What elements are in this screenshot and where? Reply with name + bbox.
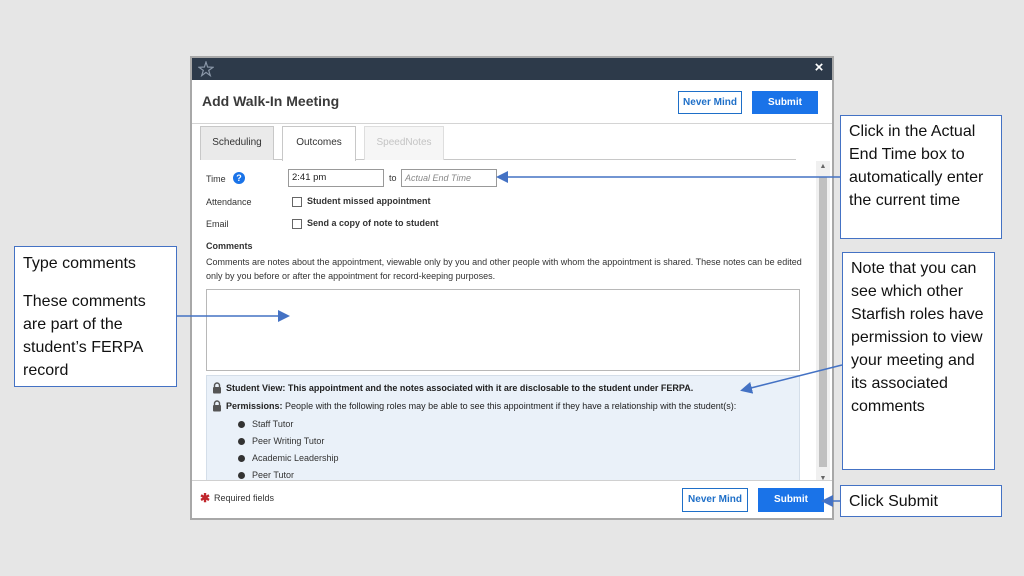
permissions-panel: Student View: This appointment and the n… — [206, 375, 800, 480]
student-missed-checkbox[interactable] — [292, 197, 302, 207]
role-item: Peer Tutor — [252, 470, 295, 480]
email-label: Email — [206, 219, 229, 229]
bullet-icon — [238, 421, 245, 428]
to-label: to — [389, 173, 397, 183]
scrollbar[interactable]: ▲ ▼ — [816, 161, 830, 484]
tab-bar: Scheduling Outcomes SpeedNotes — [200, 126, 796, 161]
role-item: Peer Writing Tutor — [252, 436, 325, 446]
bullet-icon — [238, 438, 245, 445]
end-time-callout: Click in the Actual End Time box to auto… — [840, 115, 1002, 239]
bullet-icon — [238, 455, 245, 462]
comments-description: Comments are notes about the appointment… — [206, 257, 802, 281]
time-label: Time — [206, 174, 226, 184]
help-icon[interactable]: ? — [233, 172, 245, 184]
lock-icon — [213, 400, 221, 412]
permissions-notice: Permissions: People with the following r… — [226, 401, 736, 411]
tab-speednotes: SpeedNotes — [364, 126, 444, 160]
tab-outcomes[interactable]: Outcomes — [282, 126, 356, 161]
attendance-label: Attendance — [206, 197, 252, 207]
student-view-label: Student View: — [226, 383, 286, 393]
outcomes-panel: Time ? 2:41 pm to Actual End Time Attend… — [192, 161, 816, 480]
send-copy-checkbox[interactable] — [292, 219, 302, 229]
actual-end-time-input[interactable]: Actual End Time — [401, 169, 497, 187]
dialog-titlebar: × — [192, 58, 832, 80]
submit-button[interactable]: Submit — [752, 91, 818, 114]
send-copy-label[interactable]: Send a copy of note to student — [307, 218, 439, 228]
student-view-text: This appointment and the notes associate… — [287, 383, 694, 393]
tab-scheduling[interactable]: Scheduling — [200, 126, 274, 160]
required-fields-note: Required fields — [214, 493, 275, 503]
scrollbar-thumb[interactable] — [819, 177, 827, 467]
never-mind-button[interactable]: Never Mind — [678, 91, 742, 114]
permissions-callout: Note that you can see which other Starfi… — [842, 252, 995, 470]
bullet-icon — [238, 472, 245, 479]
starfish-logo-icon — [198, 61, 214, 77]
role-item: Staff Tutor — [252, 419, 294, 429]
start-time-input[interactable]: 2:41 pm — [288, 169, 384, 187]
dialog-title: Add Walk-In Meeting — [202, 93, 340, 109]
type-comments-callout-body: These comments are part of the student’s… — [23, 293, 146, 379]
close-icon[interactable]: × — [810, 59, 828, 77]
type-comments-callout: Type comments These comments are part of… — [14, 246, 177, 387]
permissions-text: People with the following roles may be a… — [285, 401, 737, 411]
required-asterisk-icon: ✱ — [200, 491, 211, 505]
student-missed-label[interactable]: Student missed appointment — [307, 196, 431, 206]
submit-callout: Click Submit — [840, 485, 1002, 517]
permissions-label: Permissions: — [226, 401, 283, 411]
role-item: Academic Leadership — [252, 453, 339, 463]
dialog-footer: ✱ Required fields Never Mind Submit — [192, 480, 832, 518]
scroll-up-icon[interactable]: ▲ — [818, 163, 828, 170]
student-view-notice: Student View: This appointment and the n… — [226, 383, 693, 393]
comments-label: Comments — [206, 241, 253, 251]
dialog-header: Add Walk-In Meeting Never Mind Submit — [192, 80, 832, 124]
add-walk-in-meeting-dialog: × Add Walk-In Meeting Never Mind Submit … — [190, 56, 834, 520]
comments-textarea[interactable] — [206, 289, 800, 371]
footer-submit-button[interactable]: Submit — [758, 488, 824, 512]
lock-icon — [213, 382, 221, 394]
type-comments-callout-title: Type comments — [23, 255, 136, 272]
footer-never-mind-button[interactable]: Never Mind — [682, 488, 748, 512]
